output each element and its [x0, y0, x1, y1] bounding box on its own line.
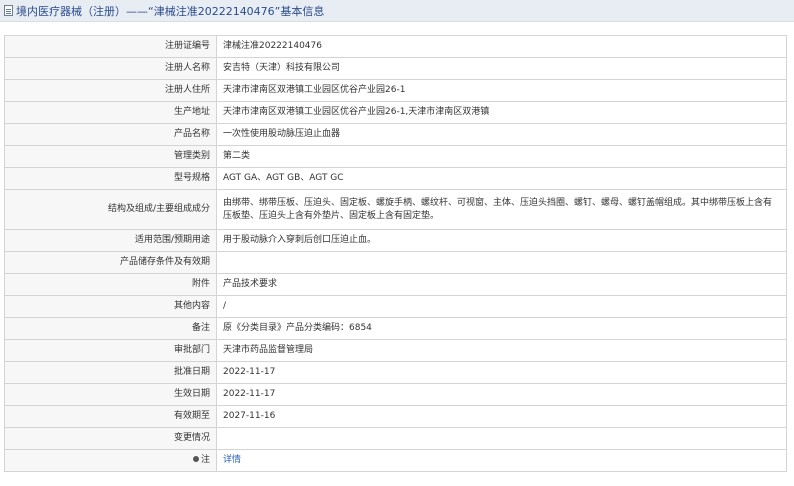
row-value: 2022-11-17 [216, 383, 787, 406]
row-label: 生效日期 [4, 383, 217, 406]
row-label: 附件 [4, 273, 217, 296]
row-value: / [216, 295, 787, 318]
page-title: 境内医疗器械（注册）——“津械注准20222140476”基本信息 [16, 4, 325, 18]
row-label: 其他内容 [4, 295, 217, 318]
row-label: 适用范围/预期用途 [4, 229, 217, 252]
row-value: 由绑带、绑带压板、压迫头、固定板、螺旋手柄、螺纹杆、可视窗、主体、压迫头挡圈、螺… [216, 189, 787, 230]
row-label: 管理类别 [4, 145, 217, 168]
row-value: 天津市津南区双港镇工业园区优谷产业园26-1 [216, 79, 787, 102]
row-value [216, 427, 787, 450]
row-value [216, 251, 787, 274]
table-row: 生效日期 2022-11-17 [4, 383, 787, 406]
row-label: 生产地址 [4, 101, 217, 124]
row-label: 批准日期 [4, 361, 217, 384]
table-row: 其他内容 / [4, 295, 787, 318]
row-label: 结构及组成/主要组成成分 [4, 189, 217, 230]
table-row: 变更情况 [4, 427, 787, 450]
table-row: 注册人住所 天津市津南区双港镇工业园区优谷产业园26-1 [4, 79, 787, 102]
row-value: 原《分类目录》产品分类编码：6854 [216, 317, 787, 340]
table-row-note: 注 详情 [4, 449, 787, 472]
row-value: 安吉特（天津）科技有限公司 [216, 57, 787, 80]
row-label: 注册证编号 [4, 35, 217, 58]
table-row: 注册人名称 安吉特（天津）科技有限公司 [4, 57, 787, 80]
row-label: 注册人名称 [4, 57, 217, 80]
table-row: 适用范围/预期用途 用于股动脉介入穿刺后创口压迫止血。 [4, 229, 787, 252]
row-label: 审批部门 [4, 339, 217, 362]
row-label: 注册人住所 [4, 79, 217, 102]
pin-icon [192, 455, 199, 462]
info-table: 注册证编号 津械注准20222140476 注册人名称 安吉特（天津）科技有限公司 … [4, 35, 787, 472]
info-table-container: 注册证编号 津械注准20222140476 注册人名称 安吉特（天津）科技有限公司 … [4, 35, 787, 472]
row-label: 备注 [4, 317, 217, 340]
row-value: 2027-11-16 [216, 405, 787, 428]
row-value: 天津市津南区双港镇工业园区优谷产业园26-1,天津市津南区双港镇 [216, 101, 787, 124]
row-value: 天津市药品监督管理局 [216, 339, 787, 362]
row-value: 2022-11-17 [216, 361, 787, 384]
details-link[interactable]: 详情 [223, 455, 241, 465]
note-label: 注 [200, 455, 210, 465]
table-row: 管理类别 第二类 [4, 145, 787, 168]
row-value: 用于股动脉介入穿刺后创口压迫止血。 [216, 229, 787, 252]
page-header: 境内医疗器械（注册）——“津械注准20222140476”基本信息 [0, 0, 794, 22]
table-row: 批准日期 2022-11-17 [4, 361, 787, 384]
table-row: 附件 产品技术要求 [4, 273, 787, 296]
table-row: 产品储存条件及有效期 [4, 251, 787, 274]
row-value-note: 详情 [216, 449, 787, 472]
table-row: 审批部门 天津市药品监督管理局 [4, 339, 787, 362]
document-icon [4, 5, 13, 16]
row-value: 一次性使用股动脉压迫止血器 [216, 123, 787, 146]
table-row: 生产地址 天津市津南区双港镇工业园区优谷产业园26-1,天津市津南区双港镇 [4, 101, 787, 124]
row-label: 有效期至 [4, 405, 217, 428]
row-label: 型号规格 [4, 167, 217, 190]
table-row: 注册证编号 津械注准20222140476 [4, 35, 787, 58]
row-label: 变更情况 [4, 427, 217, 450]
row-value: 津械注准20222140476 [216, 35, 787, 58]
table-row: 备注 原《分类目录》产品分类编码：6854 [4, 317, 787, 340]
row-label-note: 注 [4, 449, 217, 472]
table-row: 型号规格 AGT GA、AGT GB、AGT GC [4, 167, 787, 190]
table-row: 产品名称 一次性使用股动脉压迫止血器 [4, 123, 787, 146]
table-row: 有效期至 2027-11-16 [4, 405, 787, 428]
row-value: 第二类 [216, 145, 787, 168]
row-label: 产品名称 [4, 123, 217, 146]
row-value: AGT GA、AGT GB、AGT GC [216, 167, 787, 190]
row-label: 产品储存条件及有效期 [4, 251, 217, 274]
table-row: 结构及组成/主要组成成分 由绑带、绑带压板、压迫头、固定板、螺旋手柄、螺纹杆、可视… [4, 189, 787, 230]
row-value: 产品技术要求 [216, 273, 787, 296]
